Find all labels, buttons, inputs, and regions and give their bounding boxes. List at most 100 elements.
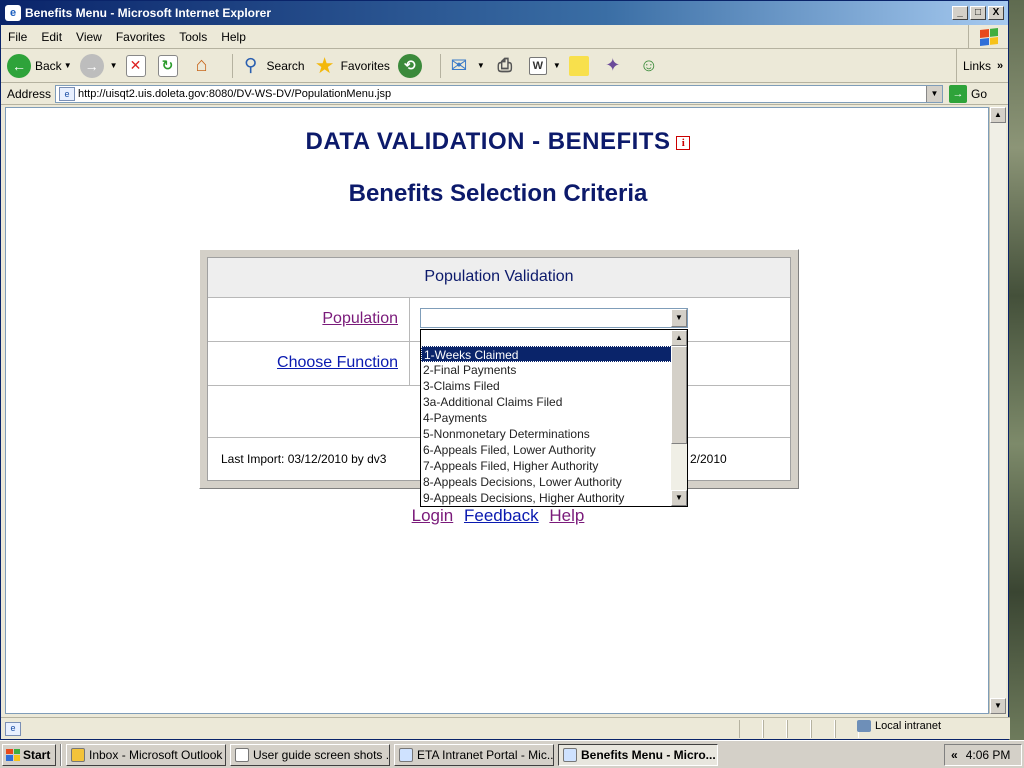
page-scroll-down-icon[interactable]: ▼ bbox=[990, 698, 1006, 714]
menu-favorites[interactable]: Favorites bbox=[109, 30, 172, 44]
scrollbar-thumb[interactable] bbox=[671, 346, 687, 444]
population-select[interactable]: ▼ bbox=[420, 308, 688, 328]
help-link[interactable]: Help bbox=[549, 506, 584, 525]
title-bar[interactable]: e Benefits Menu - Microsoft Internet Exp… bbox=[1, 1, 1008, 25]
task-label: ETA Intranet Portal - Mic... bbox=[417, 747, 554, 762]
windows-logo-icon bbox=[968, 25, 1008, 49]
tray-expand-icon[interactable]: « bbox=[951, 748, 958, 762]
print-button[interactable]: ⎙ bbox=[493, 54, 521, 78]
select-dropdown-icon[interactable]: ▼ bbox=[671, 309, 687, 327]
back-dropdown-icon[interactable]: ▼ bbox=[64, 61, 72, 70]
windows-logo-icon bbox=[6, 748, 20, 761]
population-option[interactable]: 1-Weeks Claimed bbox=[421, 346, 672, 362]
task-eta-portal[interactable]: ETA Intranet Portal - Mic... bbox=[394, 743, 554, 766]
menu-file[interactable]: File bbox=[1, 30, 34, 44]
task-word[interactable]: User guide screen shots ... bbox=[230, 743, 390, 766]
page-subtitle: Benefits Selection Criteria bbox=[348, 180, 648, 207]
last-import-date-fragment: 2/2010 bbox=[690, 452, 727, 466]
page-scrollbar[interactable]: ▲ ▼ bbox=[989, 107, 1006, 714]
favorites-button[interactable]: ★ Favorites bbox=[313, 52, 390, 78]
population-option[interactable] bbox=[421, 330, 672, 346]
clock[interactable]: 4:06 PM bbox=[966, 748, 1011, 762]
population-option[interactable]: 7-Appeals Filed, Higher Authority bbox=[421, 458, 672, 474]
browser-window: e Benefits Menu - Microsoft Internet Exp… bbox=[0, 0, 1010, 740]
address-input[interactable]: e http://uisqt2.uis.doleta.gov:8080/DV-W… bbox=[55, 84, 943, 103]
links-toolbar[interactable]: Links » bbox=[956, 49, 1008, 83]
go-button[interactable]: → Go bbox=[949, 84, 987, 103]
research-button[interactable]: ✦ bbox=[601, 54, 629, 78]
status-pane bbox=[763, 719, 787, 738]
history-button[interactable]: ⟲ bbox=[397, 53, 426, 78]
address-url[interactable]: http://uisqt2.uis.doleta.gov:8080/DV-WS-… bbox=[78, 88, 391, 100]
task-benefits-menu[interactable]: Benefits Menu - Micro... bbox=[558, 743, 718, 766]
search-button[interactable]: ⚲ Search bbox=[239, 54, 305, 78]
menu-tools[interactable]: Tools bbox=[172, 30, 214, 44]
population-option[interactable]: 3-Claims Filed bbox=[421, 378, 672, 394]
page-content: DATA VALIDATION - BENEFITS i Benefits Sel… bbox=[5, 107, 989, 714]
mail-icon: ✉ bbox=[450, 55, 468, 77]
task-label: Benefits Menu - Micro... bbox=[581, 747, 716, 762]
menu-view[interactable]: View bbox=[69, 30, 109, 44]
login-link[interactable]: Login bbox=[412, 506, 454, 525]
stop-button[interactable]: ✕ bbox=[125, 54, 150, 77]
maximize-button[interactable]: □ bbox=[970, 6, 986, 20]
dropdown-scrollbar[interactable]: ▲ ▼ bbox=[671, 330, 687, 506]
toolbar-divider bbox=[439, 53, 441, 78]
intranet-zone-icon bbox=[857, 720, 871, 732]
links-label: Links bbox=[963, 59, 992, 73]
page-scroll-up-icon[interactable]: ▲ bbox=[990, 107, 1006, 123]
population-option[interactable]: 6-Appeals Filed, Lower Authority bbox=[421, 442, 672, 458]
forward-dropdown-icon[interactable]: ▼ bbox=[110, 61, 118, 70]
desktop-background bbox=[1009, 0, 1024, 740]
edit-dropdown-icon[interactable]: ▼ bbox=[553, 61, 561, 70]
scroll-down-icon[interactable]: ▼ bbox=[671, 490, 687, 506]
population-option[interactable]: 4-Payments bbox=[421, 410, 672, 426]
population-link[interactable]: Population bbox=[322, 310, 398, 327]
choose-function-link[interactable]: Choose Function bbox=[277, 354, 398, 371]
messenger-button[interactable]: ☺ bbox=[637, 54, 665, 78]
population-option[interactable]: 8-Appeals Decisions, Lower Authority bbox=[421, 474, 672, 490]
status-pane bbox=[787, 719, 811, 738]
scroll-up-icon[interactable]: ▲ bbox=[671, 330, 687, 346]
menu-edit[interactable]: Edit bbox=[34, 30, 69, 44]
population-option[interactable]: 3a-Additional Claims Filed bbox=[421, 394, 672, 410]
task-label: Inbox - Microsoft Outlook bbox=[89, 747, 223, 762]
population-option[interactable]: 2-Final Payments bbox=[421, 362, 672, 378]
ie-page-icon bbox=[399, 747, 413, 762]
population-option[interactable]: 5-Nonmonetary Determinations bbox=[421, 426, 672, 442]
stop-icon: ✕ bbox=[125, 54, 146, 77]
research-icon: ✦ bbox=[605, 55, 621, 75]
toolbar-divider bbox=[231, 53, 233, 78]
discuss-button[interactable] bbox=[568, 55, 593, 76]
edit-button[interactable]: W ▼ bbox=[528, 56, 561, 75]
window-title: Benefits Menu - Microsoft Internet Explo… bbox=[25, 6, 272, 20]
start-button[interactable]: Start bbox=[2, 743, 56, 766]
population-dropdown-list[interactable]: 1-Weeks Claimed 2-Final Payments 3-Claims … bbox=[420, 329, 688, 507]
address-dropdown-icon[interactable]: ▼ bbox=[926, 85, 942, 102]
mail-button[interactable]: ✉ ▼ bbox=[447, 54, 485, 78]
start-label: Start bbox=[23, 747, 51, 762]
menu-help[interactable]: Help bbox=[214, 30, 253, 44]
task-outlook[interactable]: Inbox - Microsoft Outlook bbox=[66, 743, 226, 766]
task-label: User guide screen shots ... bbox=[253, 747, 390, 762]
back-button[interactable]: ← Back ▼ bbox=[7, 53, 72, 78]
close-button[interactable]: X bbox=[988, 6, 1004, 20]
forward-button[interactable]: → ▼ bbox=[79, 53, 118, 78]
back-label: Back bbox=[35, 58, 62, 73]
forward-arrow-icon: → bbox=[79, 53, 104, 78]
zone-label: Local intranet bbox=[875, 720, 942, 732]
feedback-link[interactable]: Feedback bbox=[464, 506, 539, 525]
chevron-right-icon[interactable]: » bbox=[997, 60, 1003, 72]
search-label: Search bbox=[266, 58, 305, 73]
refresh-button[interactable]: ↻ bbox=[157, 54, 182, 77]
page-icon: e bbox=[59, 86, 75, 101]
back-arrow-icon: ← bbox=[7, 53, 31, 78]
favorites-star-icon: ★ bbox=[314, 52, 335, 78]
population-option[interactable]: 9-Appeals Decisions, Higher Authority bbox=[421, 490, 672, 506]
mail-dropdown-icon[interactable]: ▼ bbox=[477, 61, 485, 70]
minimize-button[interactable]: _ bbox=[952, 6, 968, 20]
home-button[interactable]: ⌂ bbox=[190, 54, 218, 78]
last-import-text: Last Import: 03/12/2010 by dv3 bbox=[221, 452, 387, 466]
status-pane bbox=[835, 719, 859, 738]
info-icon[interactable]: i bbox=[676, 135, 691, 150]
